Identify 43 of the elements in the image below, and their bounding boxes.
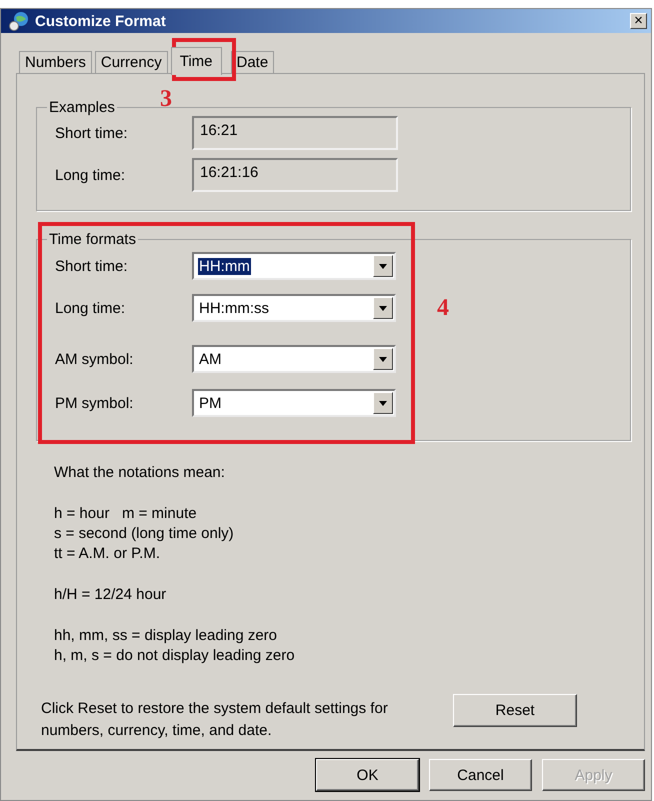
field-label: PM symbol: bbox=[55, 394, 134, 412]
notation-text: What the notations mean: bbox=[54, 463, 226, 483]
tab[interactable]: Currency bbox=[94, 51, 168, 73]
group-label: Time formats bbox=[48, 231, 137, 248]
dropdown-button[interactable] bbox=[373, 392, 393, 414]
dropdown-button[interactable] bbox=[373, 348, 393, 370]
globe-icon bbox=[9, 11, 29, 31]
dropdown[interactable]: HH:mm:ss bbox=[192, 294, 396, 322]
caret-icon bbox=[379, 356, 387, 362]
reset-description: Click Reset to restore the system default settings for numbers, currency, time, and date. bbox=[41, 699, 389, 741]
field-label: Short time: bbox=[55, 124, 129, 142]
tab[interactable]: Numbers bbox=[19, 51, 92, 73]
group-label: Examples bbox=[48, 99, 116, 116]
dialog-button[interactable]: Cancel bbox=[429, 759, 532, 791]
dropdown[interactable]: HH:mm bbox=[192, 252, 396, 280]
field-label: Short time: bbox=[55, 258, 129, 274]
close-button[interactable]: × bbox=[630, 13, 647, 29]
dropdown-button[interactable] bbox=[373, 255, 393, 277]
reset-button[interactable]: Reset bbox=[453, 694, 577, 727]
highlight-frame bbox=[172, 38, 236, 81]
field-label: AM symbol: bbox=[55, 350, 134, 368]
window-title: Customize Format bbox=[35, 12, 167, 30]
notation-text: s = second (long time only) bbox=[54, 524, 235, 544]
dropdown-button[interactable] bbox=[373, 297, 393, 319]
notation-text: tt = A.M. or P.M. bbox=[54, 544, 162, 564]
notation-text: h/H = 12/24 hour bbox=[54, 585, 168, 605]
field-label: Long time: bbox=[55, 166, 126, 184]
tab[interactable]: Time bbox=[170, 47, 222, 75]
annotation-number: 4 bbox=[437, 295, 449, 322]
caret-icon bbox=[379, 264, 387, 268]
tab[interactable]: Date bbox=[230, 51, 274, 73]
caret-icon bbox=[379, 400, 387, 406]
field-label: Long time: bbox=[55, 300, 126, 316]
example-field: 16:21:16 bbox=[192, 158, 398, 192]
notation-text: h, m, s = do not display leading zero bbox=[54, 646, 296, 666]
dropdown[interactable]: AM bbox=[192, 345, 396, 373]
caret-icon bbox=[379, 306, 387, 310]
dialog-button[interactable]: OK bbox=[316, 759, 419, 791]
dropdown[interactable]: PM bbox=[192, 389, 396, 417]
annotation-number: 3 bbox=[160, 86, 172, 113]
example-field: 16:21 bbox=[192, 116, 398, 150]
notation-text: hh, mm, ss = display leading zero bbox=[54, 626, 278, 646]
notation-text: h = hour m = minute bbox=[54, 504, 198, 524]
